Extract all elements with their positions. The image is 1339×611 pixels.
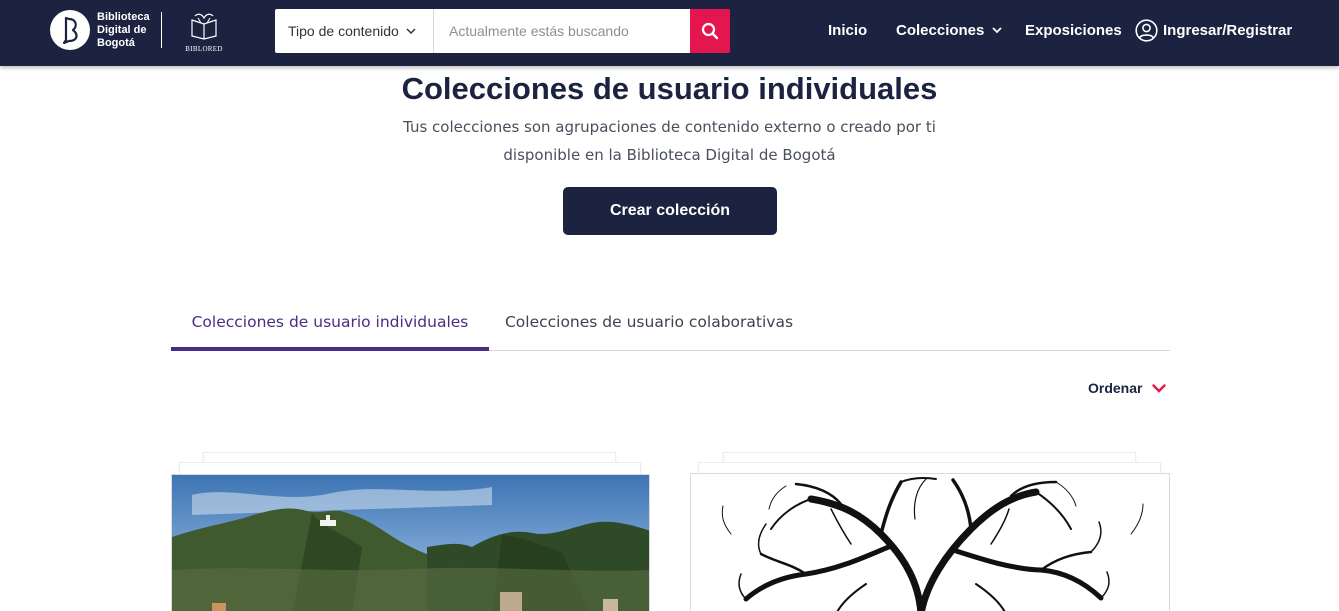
subtitle-line-1: Tus colecciones son agrupaciones de cont…	[403, 118, 936, 136]
card-image	[690, 473, 1170, 611]
collection-card[interactable]	[171, 452, 650, 611]
logo-b-icon	[50, 10, 90, 50]
top-navbar: Biblioteca Digital de Bogotá BIBLORED Ti…	[0, 0, 1339, 66]
chevron-down-icon	[406, 27, 416, 34]
site-logo[interactable]: Biblioteca Digital de Bogotá BIBLORED	[50, 10, 222, 53]
card-image	[171, 474, 650, 611]
logo-text: Biblioteca Digital de Bogotá	[97, 11, 159, 50]
open-book-icon	[191, 13, 217, 40]
biblored-text: BIBLORED	[185, 45, 223, 53]
search-icon	[701, 22, 719, 40]
logo-line-2: Digital de	[97, 23, 147, 36]
content-type-label: Tipo de contenido	[288, 23, 399, 39]
nav-login[interactable]: Ingresar/Registrar	[1135, 0, 1292, 60]
chevron-down-icon	[992, 26, 1003, 33]
biblored-logo: BIBLORED	[184, 12, 224, 53]
search-bar: Tipo de contenido	[275, 9, 730, 53]
subtitle-line-2: disponible en la Biblioteca Digital de B…	[503, 146, 836, 164]
nav-exposiciones[interactable]: Exposiciones	[1025, 0, 1122, 60]
content-type-select[interactable]: Tipo de contenido	[275, 9, 434, 53]
page-subtitle: Tus colecciones son agrupaciones de cont…	[0, 113, 1339, 169]
user-circle-icon	[1135, 18, 1158, 42]
chevron-down-icon	[1152, 383, 1167, 393]
tab-collaborative-collections[interactable]: Colecciones de usuario colaborativas	[489, 300, 809, 351]
page-title: Colecciones de usuario individuales	[401, 71, 938, 106]
search-button[interactable]	[690, 9, 730, 53]
create-collection-button[interactable]: Crear colección	[563, 187, 777, 235]
nav-inicio[interactable]: Inicio	[828, 0, 867, 60]
nav-login-label: Ingresar/Registrar	[1163, 21, 1293, 39]
tab-individual-collections[interactable]: Colecciones de usuario individuales	[171, 300, 489, 351]
collection-tabs: Colecciones de usuario individuales Cole…	[171, 300, 1170, 351]
collection-card[interactable]	[690, 452, 1170, 611]
logo-line-1: Biblioteca	[97, 10, 150, 23]
logo-divider	[161, 12, 162, 48]
bogota-mountains-image	[172, 475, 649, 611]
logo-line-3: Bogotá	[97, 36, 135, 49]
tree-branches-image	[691, 474, 1169, 611]
order-label: Ordenar	[1088, 380, 1143, 396]
search-input[interactable]	[434, 9, 690, 53]
nav-colecciones[interactable]: Colecciones	[896, 0, 1003, 60]
order-dropdown[interactable]: Ordenar	[1088, 380, 1167, 396]
nav-colecciones-label: Colecciones	[896, 21, 985, 39]
